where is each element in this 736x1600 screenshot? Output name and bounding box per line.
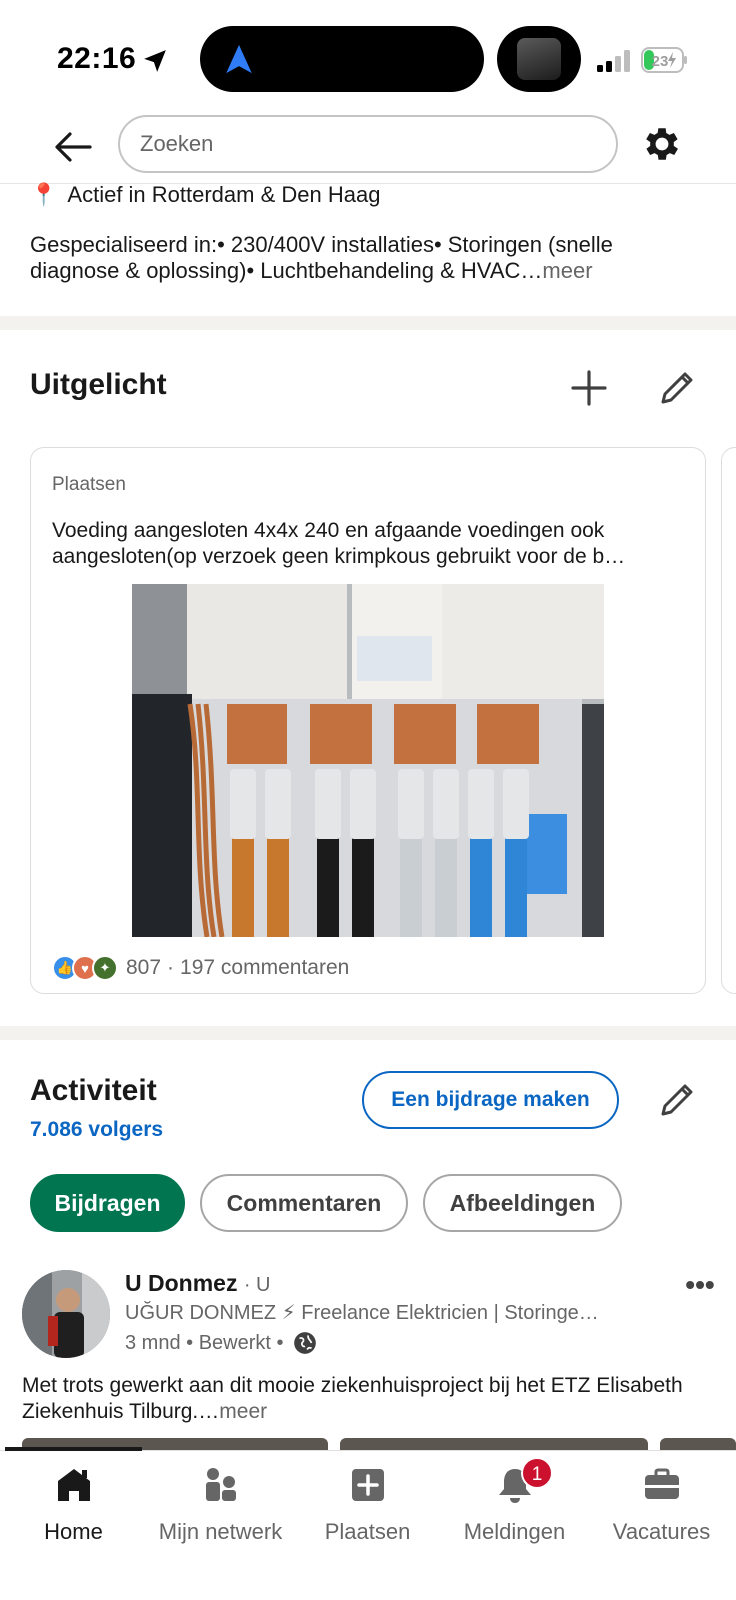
switchgear-photo	[132, 584, 604, 937]
post-author[interactable]: U Donmez · U	[125, 1270, 271, 1297]
about-section: 📍 Actief in Rotterdam & Den Haag Gespecia…	[0, 182, 736, 314]
briefcase-icon	[644, 1468, 679, 1499]
featured-post-image[interactable]	[132, 584, 604, 937]
activity-avatar	[517, 38, 561, 80]
reaction-count: 807	[126, 956, 162, 979]
home-icon	[57, 1469, 90, 1501]
reactions: 👍 ♥ ✦	[52, 955, 118, 981]
post-image-2[interactable]	[340, 1438, 648, 1450]
svg-text:23: 23	[652, 53, 669, 70]
stats-separator: ·	[167, 956, 175, 979]
post-meta: 3 mnd • Bewerkt •	[125, 1330, 318, 1356]
location-line: 📍 Actief in Rotterdam & Den Haag	[30, 182, 380, 208]
edit-pencil-icon[interactable]	[655, 366, 699, 410]
author-name: U Donmez	[125, 1270, 238, 1296]
nav-network-label: Mijn netwerk	[158, 1519, 283, 1544]
author-headline: UĞUR DONMEZ ⚡ Freelance Elektricien | St…	[125, 1302, 599, 1324]
nav-home[interactable]: Home	[0, 1451, 147, 1551]
section-divider	[0, 316, 736, 330]
active-tab-indicator	[5, 1447, 142, 1451]
tab-commentaren[interactable]: Commentaren	[200, 1174, 408, 1232]
contribute-button[interactable]: Een bijdrage maken	[362, 1071, 619, 1129]
back-arrow-icon[interactable]	[50, 124, 96, 170]
nav-notifications-label: Meldingen	[463, 1519, 566, 1544]
connection-degree: · U	[243, 1274, 271, 1296]
post-icon	[351, 1469, 384, 1501]
comment-count: 197 commentaren	[180, 956, 350, 979]
specialties-body: Gespecialiseerd in:• 230/400V installati…	[30, 232, 613, 283]
status-time: 22:16	[57, 42, 137, 75]
section-divider	[0, 1026, 736, 1040]
nav-post[interactable]: Plaatsen	[294, 1451, 441, 1551]
avatar-photo	[22, 1270, 110, 1358]
status-bar: 22:16 23	[0, 0, 736, 112]
nav-jobs[interactable]: Vacatures	[588, 1451, 735, 1551]
featured-post-text: Voeding aangesloten 4x4x 240 en afgaande…	[52, 519, 626, 568]
post-see-more-link[interactable]: meer	[219, 1400, 267, 1423]
post-image-3[interactable]	[660, 1438, 736, 1450]
post-body: Met trots gewerkt aan dit mooie ziekenhu…	[22, 1373, 712, 1425]
celebrate-reaction-icon: ✦	[92, 955, 118, 981]
nav-network[interactable]: Mijn netwerk	[147, 1451, 294, 1551]
post-body-text: Met trots gewerkt aan dit mooie ziekenhu…	[22, 1374, 683, 1423]
search-header	[0, 112, 736, 184]
dynamic-island	[200, 26, 484, 92]
featured-post-card[interactable]: Plaatsen Voeding aangesloten 4x4x 240 en…	[30, 447, 706, 994]
network-icon	[205, 1468, 236, 1501]
post-time: 3 mnd • Bewerkt •	[125, 1331, 284, 1354]
pin-icon: 📍	[30, 182, 58, 207]
tab-bijdragen[interactable]: Bijdragen	[30, 1174, 185, 1232]
battery-icon: 23	[641, 47, 687, 73]
gear-icon[interactable]	[640, 122, 684, 166]
tab-afbeeldingen[interactable]: Afbeeldingen	[423, 1174, 622, 1232]
search-input[interactable]	[120, 117, 616, 171]
bottom-navigation: Home Mijn netwerk Plaatsen 1 Meldingen V…	[0, 1450, 736, 1600]
nav-notifications[interactable]: 1 Meldingen	[441, 1451, 588, 1551]
search-box[interactable]	[118, 115, 618, 173]
edit-pencil-icon[interactable]	[655, 1078, 699, 1122]
featured-kind-label: Plaatsen	[52, 474, 126, 495]
notification-badge: 1	[521, 1457, 553, 1489]
activity-title: Activiteit	[30, 1074, 157, 1107]
post-options-icon[interactable]: •••	[680, 1271, 720, 1306]
nav-jobs-label: Vacatures	[612, 1519, 711, 1544]
add-icon[interactable]	[567, 366, 611, 410]
author-avatar[interactable]	[22, 1270, 110, 1358]
location-text: Actief in Rotterdam & Den Haag	[67, 182, 381, 207]
cellular-signal-icon	[597, 50, 630, 72]
see-more-link[interactable]: meer	[542, 258, 592, 283]
featured-title: Uitgelicht	[30, 368, 167, 401]
globe-icon	[293, 1332, 316, 1354]
followers-count[interactable]: 7.086 volgers	[30, 1118, 163, 1142]
specialties-text: Gespecialiseerd in:• 230/400V installati…	[30, 232, 690, 284]
location-arrow-icon	[144, 50, 166, 72]
navigation-arrow-icon	[226, 44, 252, 74]
nav-post-label: Plaatsen	[324, 1519, 411, 1544]
next-featured-card[interactable]	[721, 447, 736, 994]
nav-home-label: Home	[44, 1519, 103, 1544]
featured-post-stats[interactable]: 👍 ♥ ✦ 807 · 197 commentaren	[52, 953, 349, 983]
